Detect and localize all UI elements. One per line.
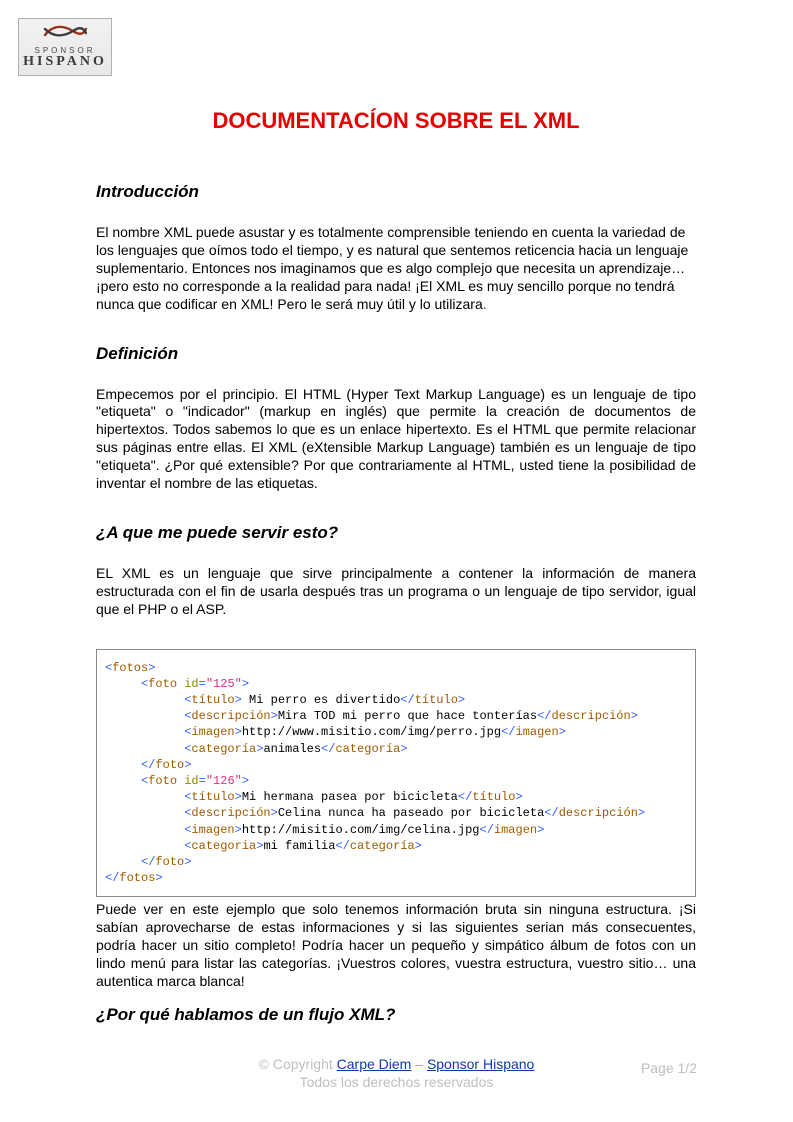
code-symbol: / [508, 725, 515, 739]
code-tag: imagen [191, 823, 234, 837]
code-text: http://misitio.com/img/celina.jpg [242, 823, 480, 837]
footer-copyright-line: © Copyright Carpe Diem – Sponsor Hispano [259, 1056, 535, 1072]
code-text: http://www.misitio.com/img/perro.jpg [242, 725, 501, 739]
heading-definicion: Definición [96, 344, 696, 364]
code-tag: categoría [350, 839, 415, 853]
code-symbol: > [235, 725, 242, 739]
code-tag: fotos [112, 661, 148, 675]
code-symbol: > [516, 790, 523, 804]
code-tag: categoría [335, 742, 400, 756]
code-tag: título [472, 790, 515, 804]
footer-copyright-text: © Copyright [259, 1056, 337, 1072]
footer-separator: – [411, 1056, 427, 1072]
code-tag: título [191, 693, 234, 707]
code-tag: categoría [191, 742, 256, 756]
code-symbol: = [199, 677, 206, 691]
code-symbol: > [155, 871, 162, 885]
heading-introduccion: Introducción [96, 182, 696, 202]
code-tag: fotos [119, 871, 155, 885]
code-symbol: > [235, 790, 242, 804]
code-symbol: / [407, 693, 414, 707]
logo-sponsor-hispano: SPONSOR HISPANO [18, 18, 112, 76]
code-tag: foto [155, 758, 184, 772]
code-symbol: / [487, 823, 494, 837]
code-tag: título [191, 790, 234, 804]
code-symbol: > [242, 677, 249, 691]
code-symbol: < [458, 790, 465, 804]
code-symbol: > [559, 725, 566, 739]
logo-swoosh-icon [43, 23, 87, 39]
code-text: Celina nunca ha paseado por bicicleta [278, 806, 544, 820]
footer-link-sponsor-hispano[interactable]: Sponsor Hispano [427, 1056, 534, 1072]
code-text: Mi perro es divertido [242, 693, 400, 707]
code-symbol: / [552, 806, 559, 820]
code-attr: id [184, 677, 198, 691]
footer: © Copyright Carpe Diem – Sponsor Hispano… [0, 1056, 793, 1090]
code-tag: título [415, 693, 458, 707]
code-text: Mi hermana pasea por bicicleta [242, 790, 458, 804]
code-tag: descripción [559, 806, 638, 820]
code-symbol: > [148, 661, 155, 675]
code-tag: categoria [191, 839, 256, 853]
footer-link-carpe-diem[interactable]: Carpe Diem [337, 1056, 412, 1072]
code-symbol: > [184, 758, 191, 772]
code-tag: imagen [191, 725, 234, 739]
code-symbol: > [235, 823, 242, 837]
code-tag: descripción [552, 709, 631, 723]
code-symbol: > [184, 855, 191, 869]
code-tag: descripción [191, 806, 270, 820]
code-symbol: > [242, 774, 249, 788]
text-intro: El nombre XML puede asustar y es totalme… [96, 224, 688, 312]
code-symbol: > [271, 806, 278, 820]
code-example-xml: <fotos> <foto id="125"> <título> Mi perr… [96, 649, 696, 898]
code-symbol: > [415, 839, 422, 853]
code-value: "126" [206, 774, 242, 788]
code-symbol: > [638, 806, 645, 820]
code-tag: foto [148, 774, 177, 788]
code-symbol: = [199, 774, 206, 788]
code-symbol: > [235, 693, 242, 707]
code-symbol: < [335, 839, 342, 853]
code-value: "125" [206, 677, 242, 691]
code-tag: foto [148, 677, 177, 691]
document-content: DOCUMENTACÍON SOBRE EL XML Introducción … [96, 108, 696, 1047]
page-title: DOCUMENTACÍON SOBRE EL XML [96, 108, 696, 134]
code-symbol: > [537, 823, 544, 837]
code-text: Mira TOD mi perro que hace tonterías [278, 709, 537, 723]
paragraph-servir: EL XML es un lenguaje que sirve principa… [96, 565, 696, 619]
code-symbol: / [544, 709, 551, 723]
code-symbol: > [458, 693, 465, 707]
code-symbol: < [544, 806, 551, 820]
paragraph-aftercode: Puede ver en este ejemplo que solo tenem… [96, 901, 696, 991]
paragraph-introduccion: El nombre XML puede asustar y es totalme… [96, 224, 696, 314]
code-symbol: > [271, 709, 278, 723]
code-tag: foto [155, 855, 184, 869]
code-text: animales [263, 742, 321, 756]
heading-servir: ¿A que me puede servir esto? [96, 523, 696, 543]
code-tag: imagen [516, 725, 559, 739]
code-symbol: > [400, 742, 407, 756]
code-symbol: < [479, 823, 486, 837]
page: SPONSOR HISPANO DOCUMENTACÍON SOBRE EL X… [0, 0, 793, 1122]
code-tag: imagen [494, 823, 537, 837]
heading-flujo: ¿Por qué hablamos de un flujo XML? [96, 1005, 696, 1025]
footer-rights: Todos los derechos reservados [0, 1074, 793, 1090]
code-symbol: > [631, 709, 638, 723]
logo-line2: HISPANO [19, 54, 111, 70]
code-tag: descripción [191, 709, 270, 723]
code-text: mi familia [263, 839, 335, 853]
code-attr: id [184, 774, 198, 788]
code-symbol: / [343, 839, 350, 853]
paragraph-definicion: Empecemos por el principio. El HTML (Hyp… [96, 386, 696, 493]
text-intro-period: . [483, 296, 487, 312]
